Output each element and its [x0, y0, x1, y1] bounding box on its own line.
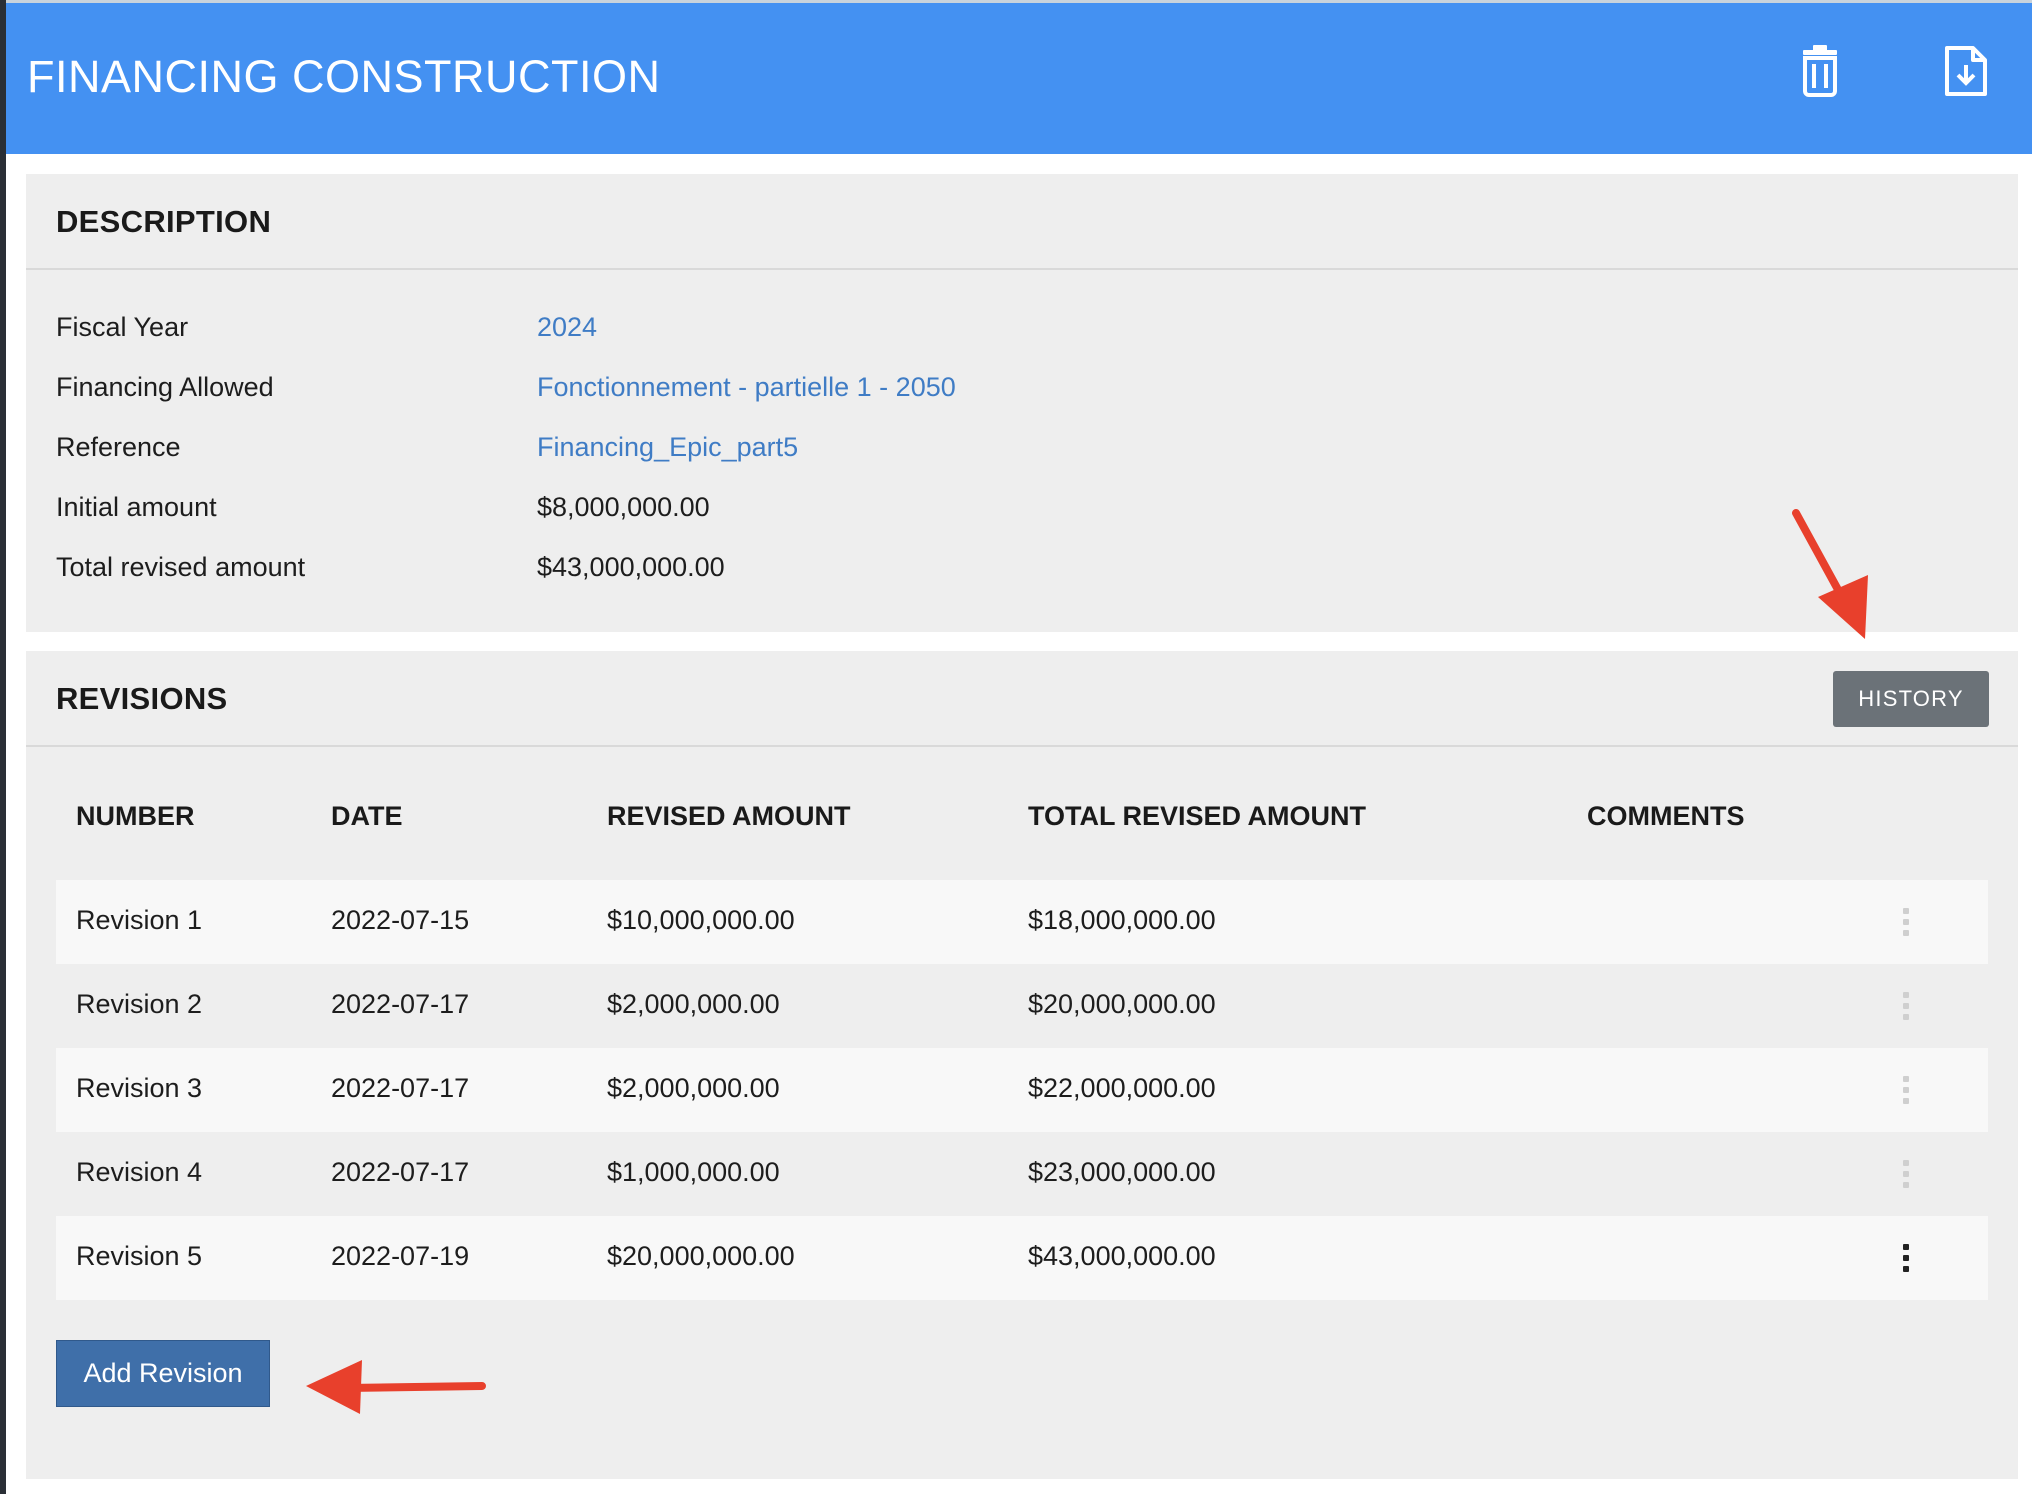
cell-total-revised-amount: $18,000,000.00 [1028, 905, 1216, 935]
column-header-total-revised-amount: TOTAL REVISED AMOUNT [1028, 801, 1367, 831]
cell-total-revised-amount: $43,000,000.00 [1028, 1241, 1216, 1271]
row-menu-icon[interactable] [1886, 1148, 1926, 1200]
field-label: Fiscal Year [56, 312, 189, 342]
cell-date: 2022-07-19 [331, 1241, 470, 1271]
row-menu-icon[interactable] [1886, 1064, 1926, 1116]
cell-revised-amount: $10,000,000.00 [607, 905, 795, 935]
cell-revised-amount: $20,000,000.00 [607, 1241, 795, 1271]
add-revision-button[interactable]: Add Revision [56, 1340, 270, 1407]
row-menu-icon[interactable] [1886, 1232, 1926, 1284]
column-header-comments: COMMENTS [1587, 801, 1745, 831]
reference-link[interactable]: Financing_Epic_part5 [537, 432, 798, 463]
table-row: Revision 2 2022-07-17 $2,000,000.00 $20,… [56, 964, 1988, 1048]
row-menu-icon[interactable] [1886, 896, 1926, 948]
financing-allowed-link[interactable]: Fonctionnement - partielle 1 - 2050 [537, 372, 956, 403]
revisions-title: REVISIONS [56, 681, 228, 716]
page-title: FINANCING CONSTRUCTION [27, 51, 661, 102]
cell-revised-amount: $2,000,000.00 [607, 989, 780, 1019]
description-header: DESCRIPTION [26, 174, 2018, 270]
column-header-number: NUMBER [76, 801, 195, 831]
table-row: Revision 3 2022-07-17 $2,000,000.00 $22,… [56, 1048, 1988, 1132]
cell-date: 2022-07-15 [331, 905, 470, 935]
initial-amount-value: $8,000,000.00 [537, 492, 710, 522]
window-edge [0, 0, 6, 1494]
column-header-revised-amount: REVISED AMOUNT [607, 801, 851, 831]
table-row: Revision 5 2022-07-19 $20,000,000.00 $43… [56, 1216, 1988, 1300]
cell-date: 2022-07-17 [331, 1157, 470, 1187]
trash-icon[interactable] [1792, 41, 1848, 101]
row-menu-icon[interactable] [1886, 980, 1926, 1032]
fiscal-year-link[interactable]: 2024 [537, 312, 597, 343]
column-header-date: DATE [331, 801, 403, 831]
file-download-icon[interactable] [1938, 41, 1994, 101]
cell-date: 2022-07-17 [331, 989, 470, 1019]
description-title: DESCRIPTION [56, 204, 272, 239]
page-header: FINANCING CONSTRUCTION [6, 0, 2032, 154]
field-label: Initial amount [56, 492, 217, 522]
field-label: Financing Allowed [56, 372, 274, 402]
total-revised-amount-value: $43,000,000.00 [537, 552, 725, 582]
cell-revised-amount: $2,000,000.00 [607, 1073, 780, 1103]
cell-date: 2022-07-17 [331, 1073, 470, 1103]
cell-number: Revision 4 [76, 1157, 203, 1187]
cell-number: Revision 3 [76, 1073, 203, 1103]
history-button[interactable]: HISTORY [1833, 671, 1989, 727]
cell-number: Revision 5 [76, 1241, 203, 1271]
table-row: Revision 1 2022-07-15 $10,000,000.00 $18… [56, 880, 1988, 964]
description-card: DESCRIPTION Fiscal Year 2024 Financing A… [26, 174, 2018, 632]
cell-total-revised-amount: $23,000,000.00 [1028, 1157, 1216, 1187]
field-label: Total revised amount [56, 552, 306, 582]
cell-total-revised-amount: $22,000,000.00 [1028, 1073, 1216, 1103]
table-row: Revision 4 2022-07-17 $1,000,000.00 $23,… [56, 1132, 1988, 1216]
revisions-card: REVISIONS HISTORY NUMBER DATE REVISED AM… [26, 651, 2018, 1479]
cell-number: Revision 1 [76, 905, 203, 935]
revisions-header: REVISIONS HISTORY [26, 651, 2018, 747]
cell-total-revised-amount: $20,000,000.00 [1028, 989, 1216, 1019]
field-label: Reference [56, 432, 181, 462]
cell-number: Revision 2 [76, 989, 203, 1019]
cell-revised-amount: $1,000,000.00 [607, 1157, 780, 1187]
